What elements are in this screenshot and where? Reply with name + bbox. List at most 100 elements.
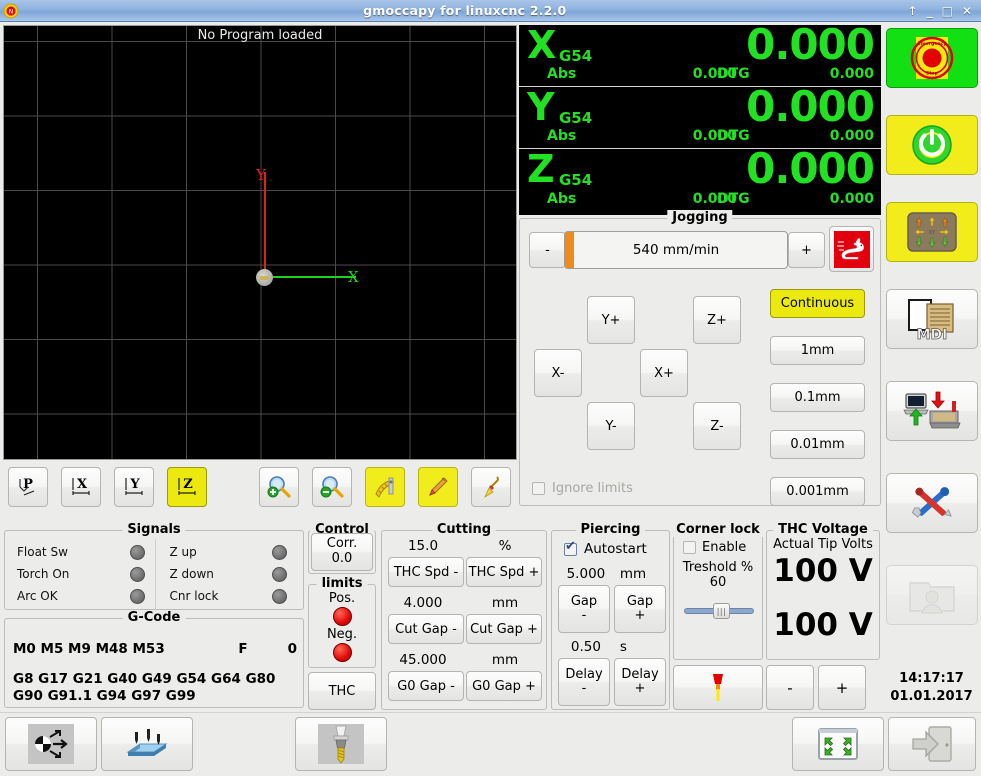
- manual-mode-button[interactable]: XY: [886, 202, 978, 262]
- dro-row[interactable]: Z G54 0.000 Abs 0.000 DTG 0.000: [519, 146, 881, 211]
- pierce-gap-value: 5.000: [566, 566, 606, 582]
- corner-lock-enable-label: Enable: [702, 540, 747, 555]
- measure-icon: [372, 474, 398, 500]
- pierce-delay-increase-button[interactable]: Delay +: [614, 658, 666, 706]
- rapid-speed-button[interactable]: [829, 226, 874, 272]
- jog-z-plus-button[interactable]: Z+: [693, 296, 741, 344]
- jog-y-plus-button[interactable]: Y+: [587, 296, 635, 344]
- touch-off-y-button[interactable]: Y: [114, 467, 154, 507]
- signal-label: Z down: [169, 567, 214, 581]
- shade-button[interactable]: ↑: [908, 5, 918, 17]
- dro-axis-letter: Z: [527, 147, 555, 191]
- thc-speed-increase-button[interactable]: THC Spd +: [466, 557, 542, 587]
- touch-off-x-icon: X: [68, 474, 94, 500]
- thc-toggle-button[interactable]: THC: [308, 672, 376, 710]
- signal-label: Z up: [169, 545, 197, 559]
- ignore-limits-checkbox[interactable]: Ignore limits: [532, 481, 633, 496]
- ignore-limits-label: Ignore limits: [552, 481, 633, 496]
- signal-z-up: Z up: [166, 541, 298, 563]
- touch-off-button[interactable]: [101, 717, 193, 771]
- homing-icon: [28, 724, 74, 764]
- g0-gap-increase-button[interactable]: G0 Gap +: [466, 671, 542, 701]
- tools-icon: [905, 482, 959, 524]
- zoom-in-button[interactable]: [259, 467, 299, 507]
- thc-speed-decrease-button[interactable]: THC Spd -: [388, 557, 464, 587]
- settings-button[interactable]: [886, 473, 978, 533]
- thc-voltage-increase-button[interactable]: +: [818, 665, 866, 710]
- dimensions-button[interactable]: [365, 467, 405, 507]
- jogging-legend: Jogging: [667, 210, 733, 225]
- gcode-feed-value: 0: [287, 641, 297, 657]
- dro-row[interactable]: Y G54 0.000 Abs 0.000 DTG 0.000: [519, 84, 881, 149]
- jog-increment-continuous-button[interactable]: Continuous: [770, 289, 865, 318]
- limits-legend: limits: [316, 576, 368, 591]
- correction-button[interactable]: Corr. 0.0: [311, 533, 373, 571]
- homing-button[interactable]: [5, 717, 97, 771]
- limit-pos-led: [332, 607, 352, 626]
- corner-lock-enable-checkbox[interactable]: Enable: [683, 540, 746, 555]
- svg-text:Stop: Stop: [926, 71, 939, 77]
- maximize-button[interactable]: □: [942, 5, 953, 17]
- graphics-preview[interactable]: No Program loaded Y X: [3, 25, 517, 460]
- machine-power-button[interactable]: [886, 115, 978, 175]
- thc-voltage-decrease-button[interactable]: -: [766, 665, 814, 710]
- g0-gap-value: 45.000: [399, 652, 447, 668]
- jog-increment-1mm-button[interactable]: 1mm: [770, 336, 865, 365]
- jog-increment-01mm-button[interactable]: 0.1mm: [770, 383, 865, 412]
- gcode-modal-g-line1: G8 G17 G21 G40 G49 G54 G64 G80: [13, 671, 276, 687]
- corner-lock-legend: Corner lock: [671, 522, 765, 537]
- torch-test-button[interactable]: [673, 665, 763, 710]
- fullscreen-button[interactable]: [792, 717, 884, 771]
- pierce-delay-decrease-button[interactable]: Delay -: [558, 658, 610, 706]
- control-panel: Control Corr. 0.0: [308, 522, 376, 574]
- jog-x-minus-button[interactable]: X-: [534, 349, 582, 397]
- signal-led: [272, 588, 287, 604]
- touch-off-x-button[interactable]: X: [61, 467, 101, 507]
- correction-value: 0.0: [331, 551, 353, 566]
- mdi-mode-button[interactable]: MDI: [886, 289, 978, 349]
- zoom-out-button[interactable]: [312, 467, 352, 507]
- x-axis-label: X: [348, 268, 359, 286]
- jog-speed-slider[interactable]: 540 mm/min: [564, 231, 788, 269]
- signal-cnr-lock: Cnr lock: [166, 585, 298, 607]
- signal-arc-ok: Arc OK: [13, 585, 155, 607]
- zoom-out-icon: [319, 474, 345, 500]
- dro-axis-letter: X: [527, 23, 557, 67]
- jog-speed-decrease-button[interactable]: -: [529, 232, 566, 268]
- jog-increment-001mm-button[interactable]: 0.01mm: [770, 430, 865, 459]
- cut-gap-decrease-button[interactable]: Cut Gap -: [388, 614, 464, 644]
- dro-row[interactable]: X G54 0.000 Abs 0.000 DTG 0.000: [519, 22, 881, 87]
- pierce-gap-decrease-button[interactable]: Gap -: [558, 585, 610, 633]
- edit-button[interactable]: [418, 467, 458, 507]
- slider-thumb[interactable]: |||: [713, 603, 730, 619]
- exit-icon: [909, 725, 955, 763]
- autostart-checkbox[interactable]: Autostart: [564, 540, 647, 557]
- exit-button[interactable]: [888, 717, 976, 771]
- bottom-toolbar: [0, 712, 981, 776]
- tool-button[interactable]: [295, 717, 387, 771]
- jog-increment-0001mm-button[interactable]: 0.001mm: [770, 477, 865, 506]
- g0-gap-decrease-button[interactable]: G0 Gap -: [388, 671, 464, 701]
- jog-z-minus-button[interactable]: Z-: [693, 402, 741, 450]
- touch-off-z-button[interactable]: Z: [167, 467, 207, 507]
- jog-speed-value: 540 mm/min: [632, 242, 720, 258]
- button-label-line2: -: [581, 608, 587, 623]
- threshold-slider[interactable]: |||: [684, 603, 754, 619]
- svg-text:MDI: MDI: [917, 327, 948, 341]
- button-label-line1: Gap: [570, 593, 598, 609]
- cut-gap-increase-button[interactable]: Cut Gap +: [466, 614, 542, 644]
- clear-plot-button[interactable]: [471, 467, 511, 507]
- jog-y-minus-button[interactable]: Y-: [587, 402, 635, 450]
- jog-speed-increase-button[interactable]: +: [788, 232, 825, 268]
- auto-mode-button[interactable]: [886, 381, 978, 441]
- jog-x-plus-button[interactable]: X+: [640, 349, 688, 397]
- signal-led: [272, 566, 287, 582]
- touch-off-p-button[interactable]: P: [8, 467, 48, 507]
- mdi-icon: MDI: [903, 297, 961, 341]
- estop-button[interactable]: Emergency Stop: [886, 28, 978, 88]
- pierce-gap-increase-button[interactable]: Gap +: [614, 585, 666, 633]
- close-button[interactable]: ✕: [962, 5, 972, 17]
- minimize-button[interactable]: _: [927, 5, 933, 17]
- signals-right-column: Z up Z down Cnr lock: [156, 539, 298, 609]
- user-tabs-button[interactable]: [886, 565, 978, 625]
